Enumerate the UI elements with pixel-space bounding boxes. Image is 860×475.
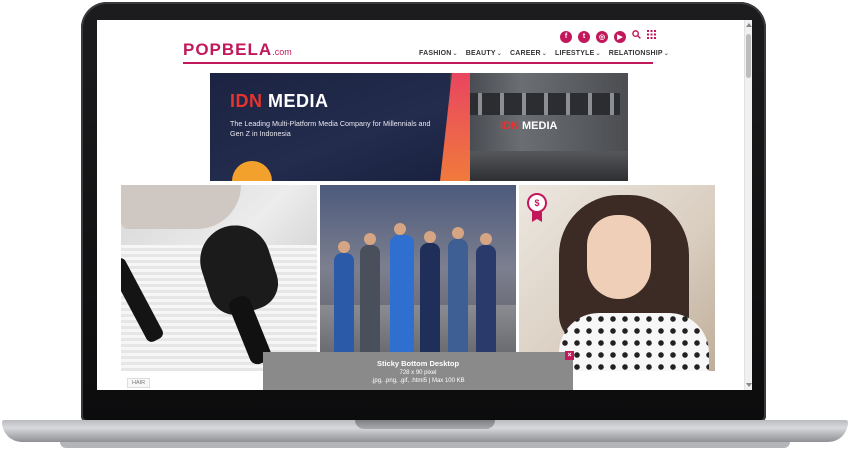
article-photo-hair-tools[interactable] (121, 185, 317, 371)
facebook-icon[interactable]: f (560, 30, 572, 43)
nav-item-lifestyle[interactable]: LIFESTYLE⌄ (555, 50, 601, 57)
instagram-icon[interactable]: ◎ (596, 30, 608, 43)
sticky-ad-title: Sticky Bottom Desktop (376, 359, 460, 368)
award-ribbon-icon (532, 212, 542, 222)
train-idn-media-logo: IDN MEDIA (500, 120, 557, 132)
idn-media-logo: IDN MEDIA (230, 91, 329, 112)
grid-menu-icon-svg (647, 30, 656, 39)
photo-face (587, 215, 651, 299)
article-photo-men-suits[interactable] (320, 185, 516, 371)
idn-word: IDN (230, 91, 263, 111)
chevron-down-icon: ⌄ (663, 51, 669, 57)
close-icon[interactable]: × (565, 351, 574, 360)
chevron-down-icon: ⌄ (452, 51, 458, 57)
scrollbar-thumb[interactable] (746, 34, 751, 78)
chevron-down-icon: ⌄ (541, 51, 547, 57)
category-tag[interactable]: HAIR (127, 378, 151, 388)
sticky-bottom-ad[interactable]: Sticky Bottom Desktop 728 x 90 pixel .jp… (263, 352, 573, 390)
idn-word: IDN (500, 120, 519, 132)
browser-screen: f t ◎ ▶ POPBELA.com FASHION⌄ BEAUTY⌄ CAR… (97, 20, 752, 390)
photo-man (334, 241, 354, 363)
sticky-ad-formats: .jpg, .png, .gif, .html5 | Max 100 KB (371, 378, 465, 384)
logo-main: POPBELA (183, 40, 273, 59)
scroll-up-icon[interactable] (746, 23, 752, 27)
search-icon[interactable] (632, 30, 641, 43)
logo-suffix: .com (272, 47, 292, 57)
article-photo-woman-portrait[interactable]: $ (519, 185, 715, 371)
header-divider (183, 62, 653, 64)
photo-man (420, 231, 440, 363)
photo-handbag (121, 185, 241, 229)
page-scrollbar[interactable] (744, 20, 752, 390)
photo-man (476, 233, 496, 363)
photo-man (390, 223, 414, 363)
scroll-down-icon[interactable] (746, 383, 752, 387)
nav-label: LIFESTYLE (554, 50, 595, 57)
social-icons: f t ◎ ▶ (560, 30, 656, 43)
grid-menu-icon[interactable] (647, 30, 656, 43)
award-badge-icon: $ (527, 193, 547, 213)
chevron-down-icon: ⌄ (496, 51, 502, 57)
nav-label: BEAUTY (465, 50, 496, 57)
search-icon-svg (632, 30, 641, 39)
main-nav: FASHION⌄ BEAUTY⌄ CAREER⌄ LIFESTYLE⌄ RELA… (419, 50, 669, 57)
sticky-ad-size: 728 x 90 pixel (399, 370, 437, 376)
media-word: MEDIA (518, 120, 558, 132)
chevron-down-icon: ⌄ (595, 51, 601, 57)
photo-man (448, 227, 468, 363)
idn-media-banner-ad[interactable]: IDN MEDIA The Leading Multi-Platform Med… (210, 73, 628, 181)
photo-polka-dot-top (559, 313, 709, 371)
nav-item-beauty[interactable]: BEAUTY⌄ (466, 50, 502, 57)
laptop-notch (355, 420, 495, 429)
media-word: MEDIA (262, 91, 329, 111)
site-logo[interactable]: POPBELA.com (183, 40, 292, 60)
banner-tagline: The Leading Multi-Platform Media Company… (230, 119, 431, 138)
nav-item-fashion[interactable]: FASHION⌄ (419, 50, 458, 57)
nav-item-relationship[interactable]: RELATIONSHIP⌄ (609, 50, 669, 57)
nav-label: RELATIONSHIP (608, 50, 663, 57)
nav-label: FASHION (419, 50, 452, 57)
laptop-foot (60, 442, 790, 448)
train-platform (450, 151, 628, 181)
photo-man (360, 233, 380, 363)
twitter-icon[interactable]: t (578, 30, 590, 43)
youtube-icon[interactable]: ▶ (614, 30, 626, 43)
train-windows (460, 93, 620, 115)
nav-item-career[interactable]: CAREER⌄ (510, 50, 547, 57)
nav-label: CAREER (509, 50, 541, 57)
